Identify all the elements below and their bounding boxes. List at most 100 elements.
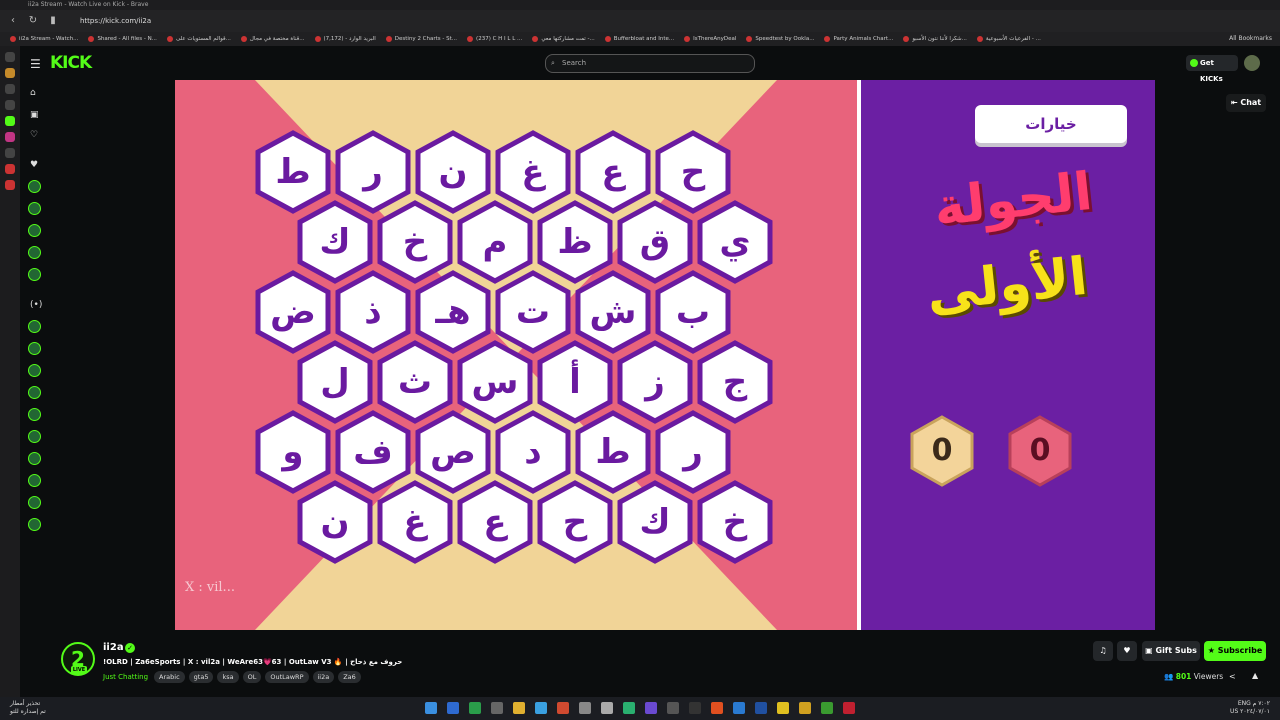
bookmark-item[interactable]: البريد الوارد - (7,172)	[314, 36, 376, 42]
stream-tag[interactable]: gta5	[188, 671, 214, 683]
followed-channel-avatar[interactable]	[28, 246, 41, 259]
taskbar-app-icon[interactable]	[491, 702, 503, 714]
get-kicks-button[interactable]: Get KICKs	[1186, 55, 1238, 83]
hex-letter: ع	[483, 502, 507, 542]
recommended-channel-avatar[interactable]	[28, 342, 41, 355]
taskbar-app-icon[interactable]	[469, 702, 481, 714]
bookmark-item[interactable]: قناة مختصة في مجال...	[240, 36, 305, 42]
stream-tag[interactable]: ksa	[217, 671, 239, 683]
reload-icon[interactable]: ↻	[26, 14, 40, 28]
sidebar-app-icon[interactable]	[5, 180, 15, 190]
sidebar-app-icon[interactable]	[5, 84, 15, 94]
weather-widget[interactable]: تحذير أمطار تم إصداره للتو	[10, 700, 46, 716]
taskbar-app-icon[interactable]	[557, 702, 569, 714]
share-icon[interactable]: <	[1229, 672, 1236, 681]
taskbar-app-icon[interactable]	[667, 702, 679, 714]
category-link[interactable]: Just Chatting	[103, 673, 148, 681]
red-score-value: 0	[1029, 433, 1051, 468]
sidebar-app-icon[interactable]	[5, 116, 15, 126]
bookmark-item[interactable]: الفرعيات الأسبوعية - ...	[976, 36, 1041, 42]
followed-channel-avatar[interactable]	[28, 268, 41, 281]
bookmark-item[interactable]: تمت مشاركتها معي -...	[532, 36, 595, 42]
sidebar-app-icon[interactable]	[5, 68, 15, 78]
brave-icon[interactable]	[711, 702, 723, 714]
all-bookmarks-button[interactable]: All Bookmarks	[1229, 32, 1272, 46]
url-field[interactable]: https://kick.com/ii2a	[80, 17, 151, 25]
user-avatar[interactable]	[1244, 55, 1260, 71]
follow-heart-button[interactable]: ♥	[1117, 641, 1137, 661]
taskbar-app-icon[interactable]	[777, 702, 789, 714]
taskbar-app-icon[interactable]	[535, 702, 547, 714]
recommended-channel-avatar[interactable]	[28, 518, 41, 531]
system-tray[interactable]: ENG ٧:٠٢ م US ٢٠٢٤/٠٧/٠١	[1230, 700, 1270, 716]
bookmark-item[interactable]: Speedtest by Ookla...	[746, 36, 814, 42]
bookmark-favicon-icon	[240, 36, 247, 42]
sidebar-app-icon[interactable]	[5, 100, 15, 110]
followed-channel-avatar[interactable]	[28, 202, 41, 215]
search-input[interactable]: ⌕ Search	[545, 54, 755, 73]
bookmark-item[interactable]: Shared - All files - N...	[88, 36, 157, 42]
start-icon[interactable]	[425, 702, 437, 714]
taskbar-app-icon[interactable]	[623, 702, 635, 714]
bookmark-item[interactable]: IsThereAnyDeal	[684, 36, 736, 42]
taskbar-app-icon[interactable]	[601, 702, 613, 714]
stream-tag[interactable]: OutLawRP	[265, 671, 309, 683]
bookmark-item[interactable]: Bufferbloat and Inte...	[604, 36, 674, 42]
taskbar-app-icon[interactable]	[843, 702, 855, 714]
back-icon[interactable]: ‹	[6, 14, 20, 28]
taskbar-app-icon[interactable]	[755, 702, 767, 714]
recommended-channel-avatar[interactable]	[28, 364, 41, 377]
taskbar-app-icon[interactable]	[821, 702, 833, 714]
taskbar-app-icon[interactable]	[799, 702, 811, 714]
recommended-channel-avatar[interactable]	[28, 386, 41, 399]
taskbar-app-icon[interactable]	[689, 702, 701, 714]
letter-hex: غ	[377, 480, 453, 564]
kick-header: ☰ KICK ⌕ Search Get KICKs	[20, 46, 1280, 83]
sidebar-app-icon[interactable]	[5, 132, 15, 142]
notification-bell-icon[interactable]: ♫	[1093, 641, 1113, 661]
home-icon[interactable]: ⌂	[30, 88, 36, 98]
bookmark-item[interactable]: Destiny 2 Charts - St...	[385, 36, 457, 42]
bookmark-label: (237) C H I L L ...	[476, 36, 523, 42]
sidebar-panel-icon[interactable]	[5, 52, 15, 62]
recommended-channel-avatar[interactable]	[28, 430, 41, 443]
bookmark-item[interactable]: قوالم المستويات على...	[166, 36, 231, 42]
sidebar-app-icon[interactable]	[5, 164, 15, 174]
gift-subs-button[interactable]: ▣ Gift Subs	[1142, 641, 1200, 661]
bookmark-item[interactable]: ii2a Stream - Watch...	[10, 36, 78, 42]
file-explorer-icon[interactable]	[513, 702, 525, 714]
recommended-channel-avatar[interactable]	[28, 320, 41, 333]
recommended-channel-avatar[interactable]	[28, 474, 41, 487]
taskbar-app-icon[interactable]	[579, 702, 591, 714]
followed-channel-avatar[interactable]	[28, 180, 41, 193]
stream-tag[interactable]: Arabic	[154, 671, 185, 683]
subscribe-button[interactable]: ★ Subscribe	[1204, 641, 1266, 661]
recommended-channel-avatar[interactable]	[28, 496, 41, 509]
bookmark-item[interactable]: (237) C H I L L ...	[467, 36, 522, 42]
windows-taskbar: تحذير أمطار تم إصداره للتو ENG ٧:٠٢ م US…	[0, 697, 1280, 720]
bookmark-item[interactable]: شكرا لأننا نتون الأسبو...	[903, 36, 967, 42]
live-badge: LIVE	[71, 666, 87, 674]
followed-channel-avatar[interactable]	[28, 224, 41, 237]
sidebar-app-icon[interactable]	[5, 148, 15, 158]
recommended-channel-avatar[interactable]	[28, 408, 41, 421]
stream-video[interactable]: ح ع غ ن ر ط ي ق ظ م خ ك ب ش ت هـ ذ ض ج ز أ س ث ل ر ط د ص ف و خ ك ح ع غ ن X …	[175, 80, 1155, 630]
channel-name[interactable]: ii2a	[103, 642, 124, 653]
following-heart-icon[interactable]: ♡	[30, 130, 38, 140]
recommended-channel-avatar[interactable]	[28, 452, 41, 465]
bookmark-item[interactable]: Party Animals Chart...	[824, 36, 893, 42]
watermark-text: X : vil...	[185, 580, 235, 595]
stream-tag[interactable]: OL	[242, 671, 262, 683]
stream-tag[interactable]: ii2a	[312, 671, 335, 683]
hamburger-menu-icon[interactable]: ☰	[30, 57, 41, 71]
subscribe-label: Subscribe	[1217, 646, 1263, 655]
report-icon[interactable]: ▲	[1252, 671, 1258, 680]
stream-tag[interactable]: Za6	[338, 671, 361, 683]
discord-icon[interactable]	[645, 702, 657, 714]
taskbar-app-icon[interactable]	[447, 702, 459, 714]
bookmark-icon[interactable]: ▮	[46, 14, 60, 28]
browse-icon[interactable]: ▣	[30, 110, 39, 120]
chat-toggle-button[interactable]: ⇤ Chat	[1226, 94, 1266, 112]
kick-logo[interactable]: KICK	[50, 53, 92, 73]
vscode-icon[interactable]	[733, 702, 745, 714]
